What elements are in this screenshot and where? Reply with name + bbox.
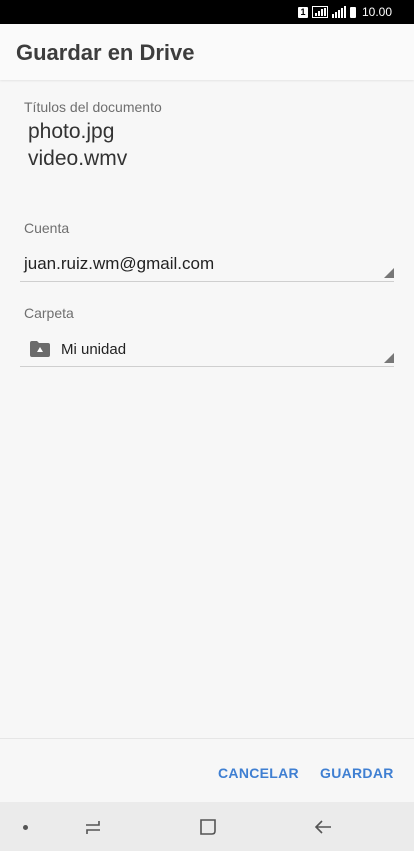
navigation-bar	[0, 802, 414, 851]
document-name: photo.jpg	[28, 120, 115, 143]
status-bar: 1 10.00	[0, 0, 414, 24]
folder-label: Carpeta	[24, 305, 74, 321]
signal-icon	[311, 6, 328, 18]
dropdown-arrow-icon	[384, 268, 394, 278]
cancel-button[interactable]: CANCELAR	[218, 765, 299, 781]
save-button[interactable]: GUARDAR	[320, 765, 394, 781]
recent-apps-icon[interactable]	[83, 817, 103, 837]
account-value: juan.ruiz.wm@gmail.com	[24, 254, 215, 273]
folder-dropdown[interactable]: Mi unidad	[20, 332, 394, 367]
dropdown-arrow-icon	[384, 353, 394, 363]
back-icon[interactable]	[313, 817, 333, 837]
app-header: Guardar en Drive	[0, 24, 414, 80]
document-name: video.wmv	[28, 147, 128, 170]
page-title: Guardar en Drive	[16, 40, 195, 65]
documents-label: Títulos del documento	[24, 99, 162, 115]
folder-value: Mi unidad	[61, 341, 127, 358]
account-label: Cuenta	[24, 220, 70, 236]
nav-dot-icon[interactable]	[23, 825, 28, 830]
action-bar: CANCELAR GUARDAR	[0, 738, 414, 803]
status-time: 10.00	[361, 5, 392, 19]
battery-icon	[349, 6, 356, 18]
home-icon[interactable]	[198, 817, 218, 837]
status-icons: 1 10.00	[297, 5, 392, 19]
signal-strength-icon	[331, 6, 346, 18]
sim-icon: 1	[297, 6, 308, 18]
account-dropdown[interactable]: juan.ruiz.wm@gmail.com	[20, 247, 394, 282]
drive-folder-icon	[30, 341, 50, 357]
